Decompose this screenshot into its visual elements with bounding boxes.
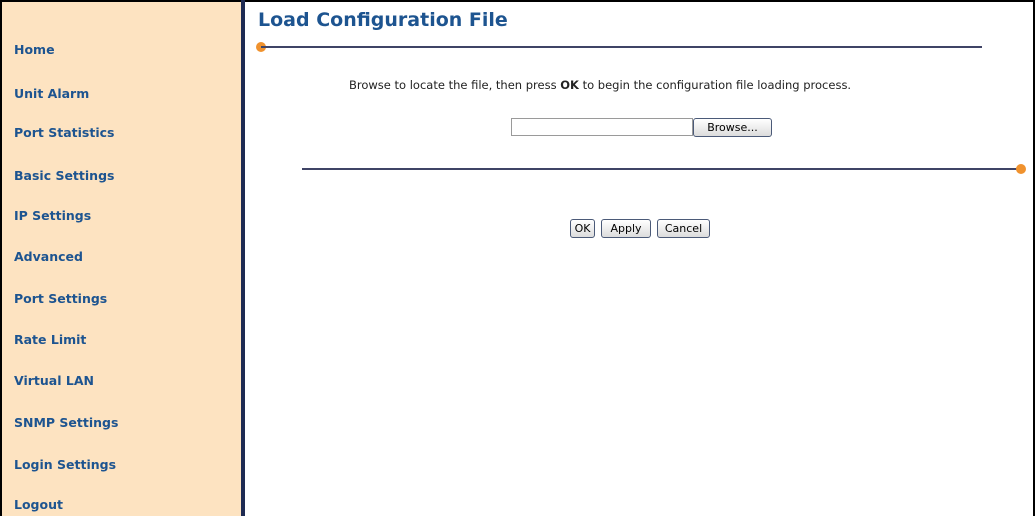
sidebar-item-ip-settings[interactable]: IP Settings [14,208,91,223]
sidebar-item-virtual-lan[interactable]: Virtual LAN [14,373,94,388]
section-divider [302,168,1021,170]
page-title: Load Configuration File [258,9,508,31]
sidebar-item-basic-settings[interactable]: Basic Settings [14,168,114,183]
apply-button[interactable]: Apply [601,219,651,238]
sidebar-item-port-statistics[interactable]: Port Statistics [14,125,114,140]
sidebar-item-home[interactable]: Home [14,42,55,57]
sidebar-item-unit-alarm[interactable]: Unit Alarm [14,86,89,101]
instruction-text-part: Browse to locate the file, then press [349,78,561,92]
cancel-button[interactable]: Cancel [657,219,710,238]
title-underline [261,46,982,48]
ok-button[interactable]: OK [570,219,595,238]
sidebar-item-port-settings[interactable]: Port Settings [14,291,107,306]
instruction-text-part: to begin the configuration file loading … [578,78,852,92]
browse-button[interactable]: Browse... [693,118,772,137]
sidebar-item-login-settings[interactable]: Login Settings [14,457,116,472]
sidebar-item-advanced[interactable]: Advanced [14,249,83,264]
sidebar-item-logout[interactable]: Logout [14,497,63,512]
file-path-input[interactable] [511,118,693,136]
sidebar-divider [241,0,245,516]
instruction-ok-emphasis: OK [560,78,579,92]
sidebar-item-rate-limit[interactable]: Rate Limit [14,332,86,347]
orange-dot-icon [1016,164,1026,174]
sidebar-item-snmp-settings[interactable]: SNMP Settings [14,415,118,430]
instruction-text: Browse to locate the file, then press OK… [349,78,851,92]
sidebar-nav: Home Unit Alarm Port Statistics Basic Se… [2,2,241,516]
